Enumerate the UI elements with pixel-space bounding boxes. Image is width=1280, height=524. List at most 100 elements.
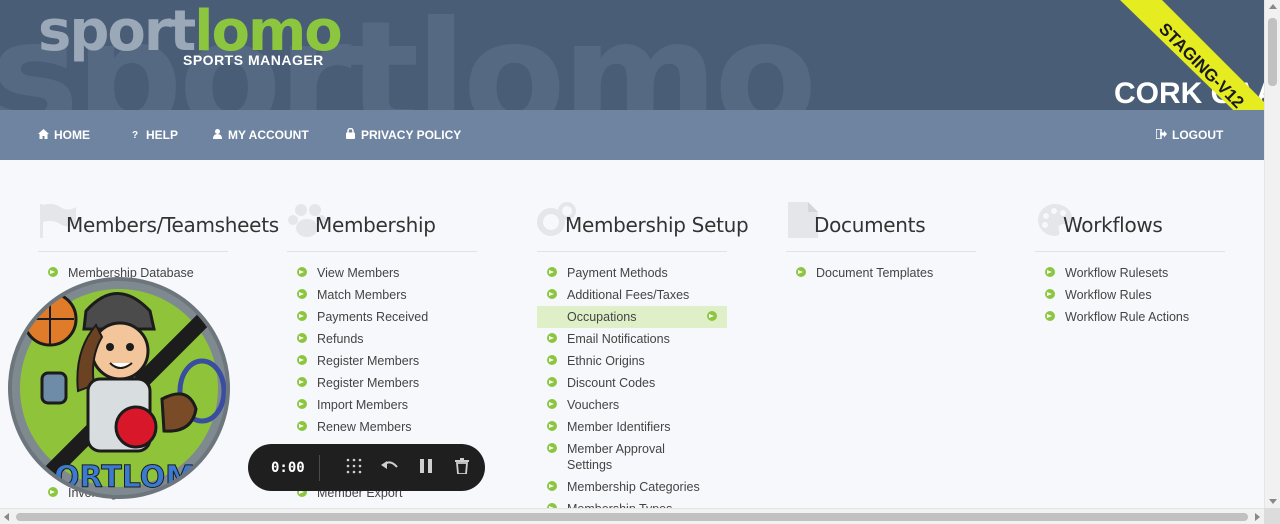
menu-item-label: Additional Fees/Taxes [567, 288, 690, 302]
menu-item-label: Match Members [317, 288, 407, 302]
section-header: Documents [786, 200, 976, 252]
chevron-circle-icon [547, 399, 557, 409]
chevron-circle-icon [707, 311, 717, 321]
section-membership-setup: Membership Setup Payment Methods Additio… [537, 200, 749, 520]
chevron-circle-icon [297, 289, 307, 299]
menu-item-label: Register Members [317, 354, 420, 368]
chevron-circle-icon [297, 333, 307, 343]
menu-item-vouchers[interactable]: Vouchers [537, 394, 727, 416]
menu-item-label: Import Members [317, 398, 408, 412]
chevron-circle-icon [547, 421, 557, 431]
recorder-timer: 0:00 [271, 459, 305, 476]
nav-my-account[interactable]: MY ACCOUNT [212, 128, 309, 142]
chevron-circle-icon [547, 333, 557, 343]
menu-item-workflow-rules[interactable]: Workflow Rules [1035, 284, 1225, 306]
vertical-scroll-thumb[interactable] [1268, 18, 1277, 86]
menu-item-discount-codes[interactable]: Discount Codes [537, 372, 727, 394]
menu-item-document-templates[interactable]: Document Templates [786, 262, 976, 284]
chevron-circle-icon [547, 443, 557, 453]
section-header: Members/Teamsheets [38, 200, 279, 252]
chevron-circle-icon [297, 377, 307, 387]
lock-icon [345, 127, 355, 142]
user-icon [212, 128, 222, 142]
chevron-circle-icon [48, 267, 58, 277]
menu-item-label: Membership Categories [567, 480, 700, 494]
chevron-circle-icon [297, 399, 307, 409]
nav-privacy-policy[interactable]: PRIVACY POLICY [345, 127, 462, 142]
scroll-down-arrow-icon[interactable] [1269, 499, 1277, 504]
scroll-right-arrow-icon[interactable] [1255, 513, 1260, 521]
logo-tagline: SPORTS MANAGER [183, 52, 324, 68]
section-header: Membership [287, 200, 477, 252]
chevron-circle-icon [1045, 289, 1055, 299]
menu-item-payments-received[interactable]: Payments Received [287, 306, 477, 328]
question-icon: ? [131, 129, 139, 141]
menu-item-occupations[interactable]: Occupations [537, 306, 727, 328]
main-nav: HOME ? HELP MY ACCOUNT PRIVACY POLICY LO… [0, 110, 1264, 160]
section-title: Membership Setup [565, 213, 749, 237]
logout-icon [1155, 127, 1167, 142]
menu-item-email-notifications[interactable]: Email Notifications [537, 328, 727, 350]
section-title: Members/Teamsheets [66, 213, 279, 237]
menu-item-label: Payment Methods [567, 266, 668, 280]
nav-logout-label: LOGOUT [1172, 128, 1224, 142]
grid-dots-icon[interactable] [336, 458, 372, 478]
menu-item-label: Ethnic Origins [567, 354, 645, 368]
menu-item-additional-fees-taxes[interactable]: Additional Fees/Taxes [537, 284, 727, 306]
nav-help[interactable]: ? HELP [130, 128, 178, 142]
nav-help-label: HELP [146, 128, 179, 142]
menu-item-ethnic-origins[interactable]: Ethnic Origins [537, 350, 727, 372]
menu-item-workflow-rulesets[interactable]: Workflow Rulesets [1035, 262, 1225, 284]
menu-item-match-members[interactable]: Match Members [287, 284, 477, 306]
undo-icon[interactable] [372, 459, 408, 477]
trash-icon[interactable] [444, 457, 480, 478]
menu-item-import-members[interactable]: Import Members [287, 394, 477, 416]
chevron-circle-icon [297, 421, 307, 431]
menu-item-label: Workflow Rule Actions [1065, 310, 1190, 324]
chevron-circle-icon [1045, 311, 1055, 321]
menu-item-label: Renew Members [317, 420, 412, 434]
mascot-avatar: ORTLOMO [8, 277, 230, 499]
chevron-circle-icon [796, 267, 806, 277]
horizontal-scroll-thumb[interactable] [16, 513, 1248, 521]
menu-item-label: Payments Received [317, 310, 429, 324]
section-title: Documents [814, 213, 926, 237]
nav-home[interactable]: HOME [38, 128, 90, 142]
menu-item-label: Workflow Rules [1065, 288, 1152, 302]
section-documents: Documents Document Templates [786, 200, 976, 284]
menu-item-label: Occupations [567, 310, 637, 324]
nav-home-label: HOME [54, 128, 90, 142]
menu-item-label: Email Notifications [567, 332, 670, 346]
menu-item-register-members-2[interactable]: Register Members [287, 372, 477, 394]
menu-item-workflow-rule-actions[interactable]: Workflow Rule Actions [1035, 306, 1225, 328]
menu-item-label: Member Approval Settings [567, 442, 665, 472]
menu-item-payment-methods[interactable]: Payment Methods [537, 262, 727, 284]
chevron-circle-icon [297, 355, 307, 365]
chevron-circle-icon [547, 267, 557, 277]
menu-item-refunds[interactable]: Refunds [287, 328, 477, 350]
logo-part1: sport [38, 0, 196, 64]
menu-item-register-members[interactable]: Register Members [287, 350, 477, 372]
menu-item-membership-categories[interactable]: Membership Categories [537, 476, 727, 498]
menu-item-label: Workflow Rulesets [1065, 266, 1169, 280]
recorder-divider [319, 454, 320, 481]
section-workflows: Workflows Workflow Rulesets Workflow Rul… [1035, 200, 1225, 328]
nav-privacy-policy-label: PRIVACY POLICY [361, 128, 462, 142]
menu-item-label: Member Identifiers [567, 420, 671, 434]
chevron-circle-icon [547, 355, 557, 365]
horizontal-scrollbar[interactable] [0, 508, 1264, 524]
section-title: Membership [315, 213, 436, 237]
section-header: Workflows [1035, 200, 1225, 252]
scroll-up-arrow-icon[interactable] [1269, 4, 1277, 9]
menu-item-label: Discount Codes [567, 376, 656, 390]
vertical-scrollbar[interactable] [1264, 0, 1280, 508]
chevron-circle-icon [547, 377, 557, 387]
menu-item-renew-members[interactable]: Renew Members [287, 416, 477, 438]
menu-item-member-approval-settings[interactable]: Member Approval Settings [537, 438, 687, 476]
scrollbar-corner [1264, 508, 1280, 524]
nav-logout[interactable]: LOGOUT [1155, 127, 1224, 142]
scroll-left-arrow-icon[interactable] [4, 513, 9, 521]
menu-item-member-identifiers[interactable]: Member Identifiers [537, 416, 727, 438]
menu-item-view-members[interactable]: View Members [287, 262, 477, 284]
pause-icon[interactable] [408, 458, 444, 477]
